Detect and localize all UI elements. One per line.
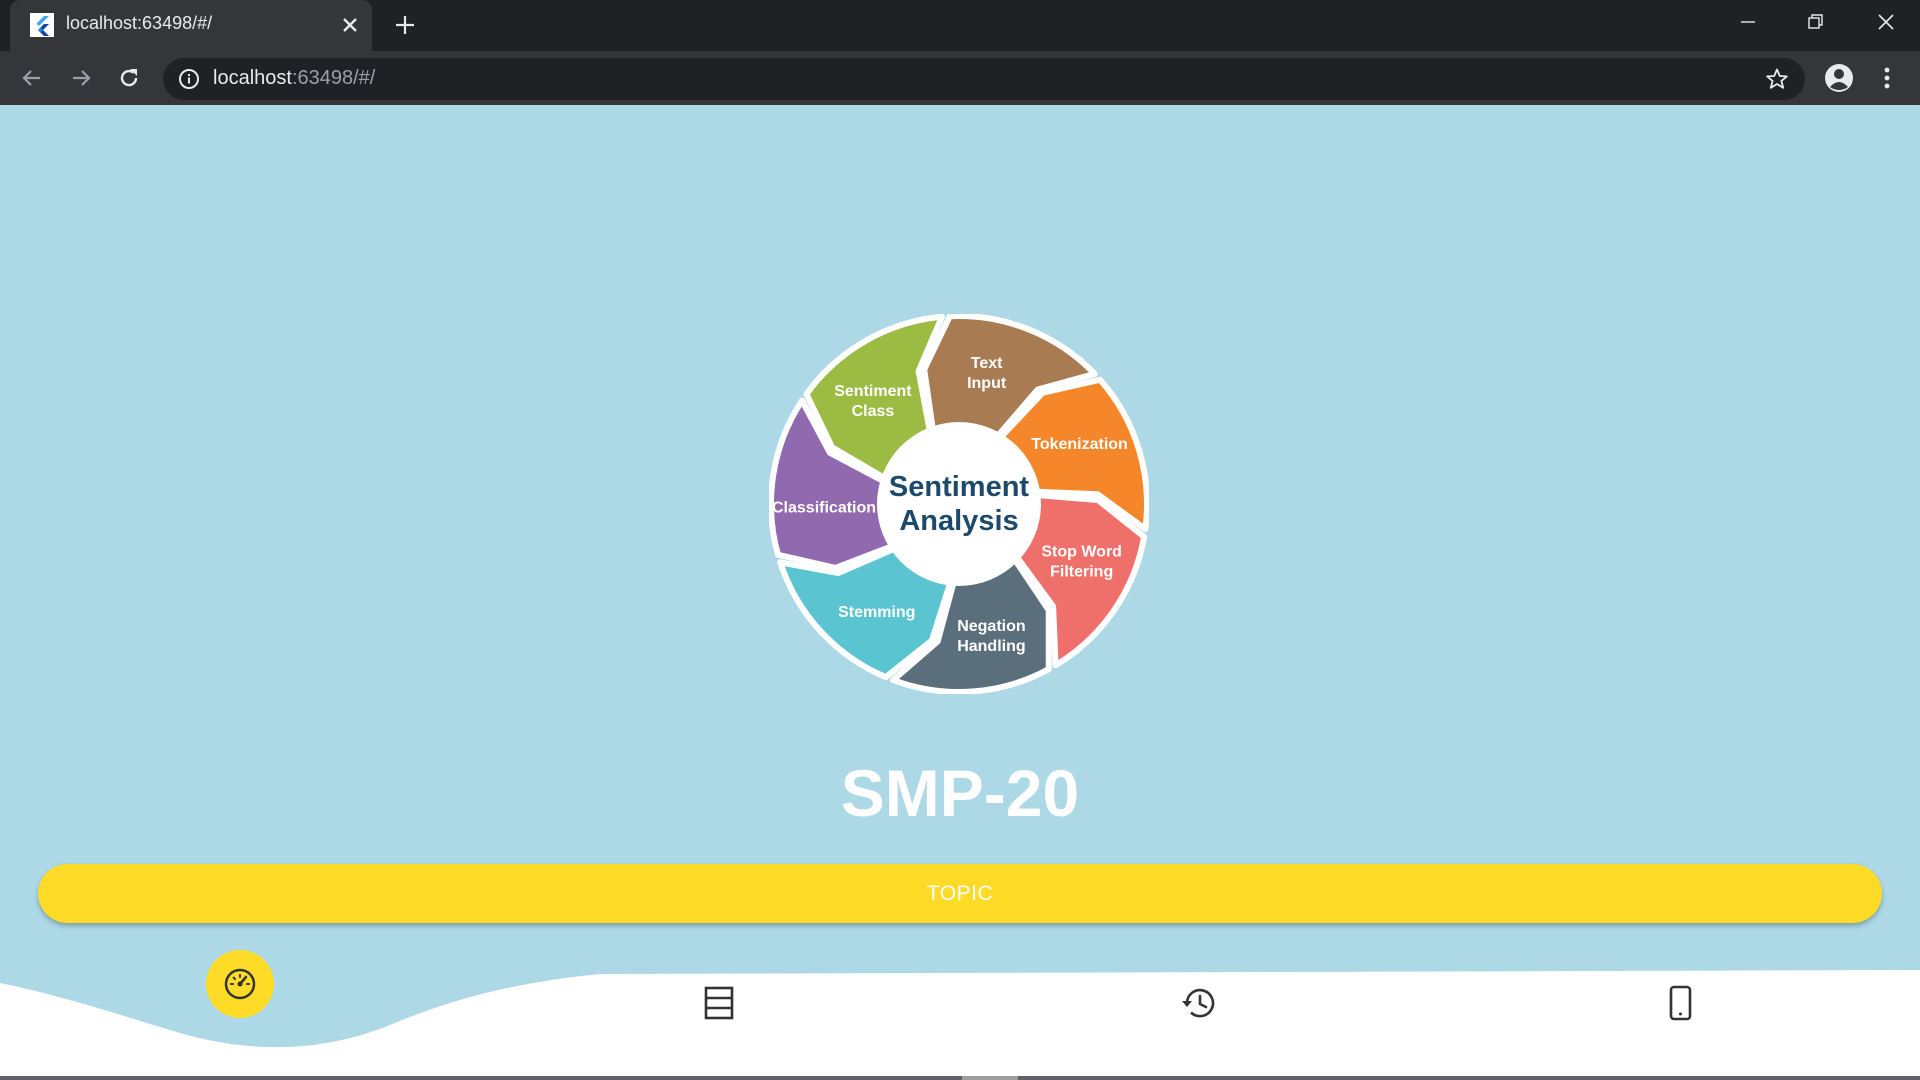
new-tab-icon[interactable] [393, 13, 417, 37]
wheel-segment-label: Input [967, 375, 1007, 392]
sentiment-wheel-diagram: Sentiment Analysis Text Input Tokenization… [768, 313, 1150, 695]
logo-center-disc [877, 422, 1041, 586]
wheel-segment-label: Sentiment [834, 383, 912, 400]
bookmark-star-icon[interactable] [1765, 67, 1789, 91]
url-text[interactable]: localhost:63498/#/ [213, 67, 375, 90]
history-icon[interactable] [1179, 983, 1219, 1023]
profile-avatar-icon[interactable] [1824, 63, 1854, 93]
logo-center-line2: Analysis [899, 505, 1018, 537]
forward-icon[interactable] [68, 65, 94, 91]
url-path: :63498/#/ [291, 67, 376, 89]
wheel-segment-label: Tokenization [1031, 436, 1128, 453]
wheel-segment-label: Text [971, 355, 1003, 372]
wheel-segment-label: Stop Word [1041, 543, 1122, 560]
browser-tab[interactable]: localhost:63498/#/ [10, 0, 372, 51]
browser-toolbar: localhost:63498/#/ [0, 51, 1920, 105]
wheel-segment-label: Filtering [1050, 563, 1113, 580]
restore-icon[interactable] [1804, 10, 1828, 34]
app-viewport: Sentiment Analysis Text Input Tokenization… [0, 105, 1920, 1080]
bottom-edge-notch [962, 1076, 1018, 1080]
app-title: SMP-20 [840, 756, 1080, 830]
bottom-nav-wave [0, 970, 1920, 1080]
close-window-icon[interactable] [1874, 10, 1898, 34]
tab-strip: localhost:63498/#/ [0, 0, 1920, 51]
wheel-segment-label: Class [852, 403, 895, 420]
wheel-segment-label: Handling [957, 638, 1025, 655]
back-icon[interactable] [19, 65, 45, 91]
speedometer-icon [224, 968, 256, 1000]
wheel-segment-label: Negation [957, 618, 1025, 635]
wheel-segment-label: Stemming [838, 604, 915, 621]
site-info-icon[interactable] [178, 68, 200, 90]
flutter-favicon-icon [30, 13, 54, 37]
logo-center-line1: Sentiment [889, 471, 1030, 503]
sentiment-analysis-logo: Sentiment Analysis Text Input Tokenization… [768, 313, 1150, 695]
list-icon[interactable] [699, 983, 739, 1023]
bottom-navigation-bar [0, 945, 1920, 1080]
minimize-icon[interactable] [1736, 10, 1760, 34]
tab-title: localhost:63498/#/ [66, 13, 213, 33]
reload-icon[interactable] [116, 65, 142, 91]
bottom-edge-line [0, 1076, 1920, 1080]
url-host: localhost [213, 67, 292, 89]
nav-item-dashboard[interactable] [206, 950, 274, 1018]
close-tab-icon[interactable] [340, 15, 360, 35]
topic-button[interactable]: TOPIC [38, 864, 1882, 923]
wheel-segment-label: Classification [772, 499, 876, 516]
menu-kebab-icon[interactable] [1877, 63, 1897, 93]
address-bar[interactable]: localhost:63498/#/ [163, 58, 1805, 100]
phone-icon[interactable] [1660, 983, 1700, 1023]
